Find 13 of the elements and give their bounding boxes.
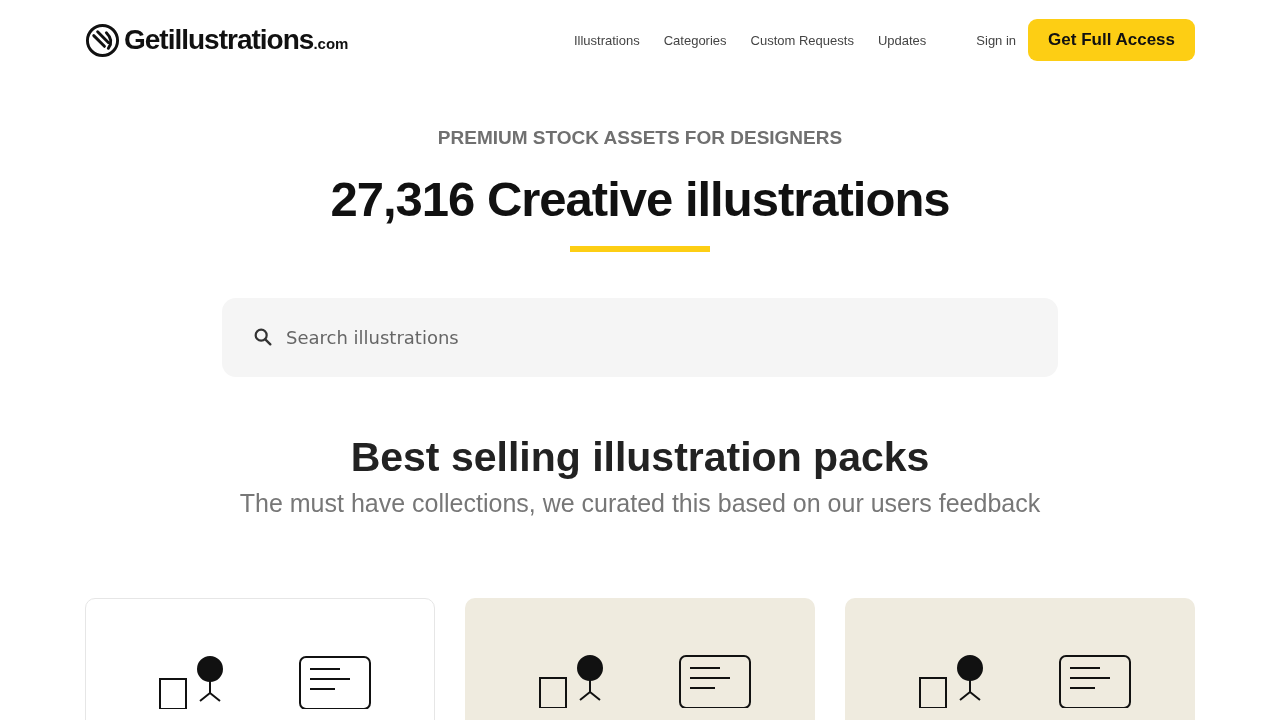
section-subtitle: The must have collections, we curated this based on our users feedback xyxy=(239,489,1041,518)
nav-link[interactable]: Updates xyxy=(877,32,927,48)
hero-eyebrow: PREMIUM STOCK ASSETS FOR DESIGNERS xyxy=(437,127,843,149)
get-full-access-button[interactable]: Get Full Access xyxy=(1028,19,1195,61)
logo-text[interactable]: Getillustrations.com xyxy=(124,24,349,56)
search-field[interactable]: Search illustrations xyxy=(222,298,1058,377)
logo-icon[interactable] xyxy=(85,22,120,58)
nav-link[interactable]: Illustrations xyxy=(573,32,640,48)
section-title: Best selling illustration packs xyxy=(350,433,930,482)
nav-link[interactable]: Categories xyxy=(663,32,727,48)
nav-link[interactable]: Custom Requests xyxy=(750,32,854,48)
sign-in-link[interactable]: Sign in xyxy=(976,32,1017,48)
hero-title: 27,316 Creative illustrations xyxy=(330,171,950,228)
